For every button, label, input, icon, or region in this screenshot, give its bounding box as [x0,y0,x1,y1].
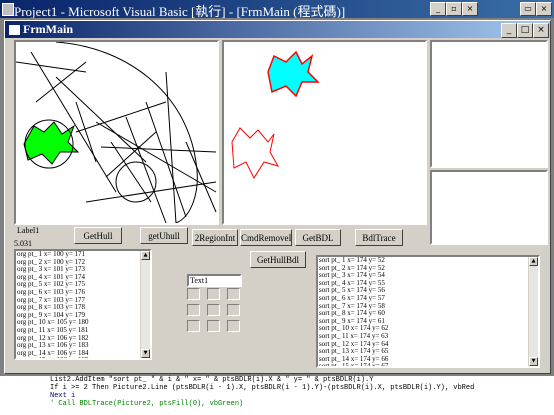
close-icon[interactable]: × [462,2,478,16]
minimize-icon[interactable]: _ [430,2,446,16]
picture4[interactable] [430,170,548,245]
mdi-close-icon[interactable]: × [536,2,552,16]
restore-icon[interactable]: ▫ [446,2,462,16]
result-value-label: 5.031 [14,239,32,248]
cmdremoveitems-button[interactable]: CmdRemoveItems [240,229,292,246]
list2-items: sort pt_ 1 x= 174 y= 52 sort pt_ 2 x= 174… [318,257,538,366]
grid-cell[interactable] [227,304,240,316]
gethullbdl-button[interactable]: GetHullBdl [250,251,306,268]
list-item[interactable]: sort pt_ 15 x= 174 y= 67 [318,363,538,366]
grid-cell[interactable] [207,320,220,332]
code-line: ' Call BDLTrace(Picture2, ptsFill(0), vb… [50,400,244,408]
grid-cell[interactable] [207,304,220,316]
vb-app-icon [2,3,14,16]
getuhull-button[interactable]: getUhull [140,227,188,244]
text1-input[interactable]: Text1 [187,274,242,287]
grid-cell[interactable] [187,288,200,300]
grid-cell[interactable] [227,288,240,300]
picture1-drawing [16,42,217,223]
cyan-shape [267,50,320,98]
grid-cell[interactable] [187,304,200,316]
scroll-down-icon[interactable]: ▼ [141,349,150,358]
code-line: If i >= 2 Then Picture2.Line (ptsBDLR(i … [50,384,475,392]
form-minimize-icon[interactable]: _ [501,23,517,38]
getbdl-button[interactable]: GetBDL [295,229,341,246]
gethull-button[interactable]: GetHull [74,227,122,244]
list-item[interactable]: org pt_ 15 x= 106 y= 185 [16,357,150,358]
list1-items: org pt_ 1 x= 100 y= 171 org pt_ 2 x= 100 … [16,251,150,358]
bdltrace-button[interactable]: BdlTrace [355,229,403,246]
form-maximize-icon[interactable]: □ [517,23,533,38]
list2-scrollbar[interactable]: ▲ ▼ [528,257,538,366]
picture2-drawing [231,50,320,180]
picture1[interactable] [14,40,219,225]
list1-scrollbar[interactable]: ▲ ▼ [140,251,150,358]
grid-cell[interactable] [227,320,240,332]
form-icon [8,24,21,36]
form-title-bar: FrmMain _ □ × [5,21,550,38]
list2[interactable]: sort pt_ 1 x= 174 y= 52 sort pt_ 2 x= 174… [316,255,540,368]
regionint-button[interactable]: 2RegionInt [192,229,238,246]
grid-cell[interactable] [187,320,200,332]
code-line: List2.AddItem "sort pt_ " & i & " x= " &… [50,376,374,384]
code-line: Next i [50,392,76,400]
picture3[interactable] [430,40,548,168]
green-shape [23,121,80,165]
grid-cell[interactable] [207,288,220,300]
code-editor[interactable]: List2.AddItem "sort pt_ " & i & " x= " &… [0,376,554,415]
picture2[interactable] [222,40,427,225]
list1[interactable]: org pt_ 1 x= 100 y= 171 org pt_ 2 x= 100 … [14,249,152,360]
scroll-up-icon[interactable]: ▲ [529,257,538,266]
scroll-down-icon[interactable]: ▼ [529,357,538,366]
form-title: FrmMain [23,22,73,36]
form-close-icon[interactable]: × [533,23,549,38]
app-title-bar: Project1 - Microsoft Visual Basic [執行] -… [0,0,554,19]
label1: Label1 [17,226,40,235]
mdi-restore-icon[interactable]: ▭ [520,2,536,16]
scroll-up-icon[interactable]: ▲ [141,251,150,260]
red-outline-shape [231,127,280,180]
